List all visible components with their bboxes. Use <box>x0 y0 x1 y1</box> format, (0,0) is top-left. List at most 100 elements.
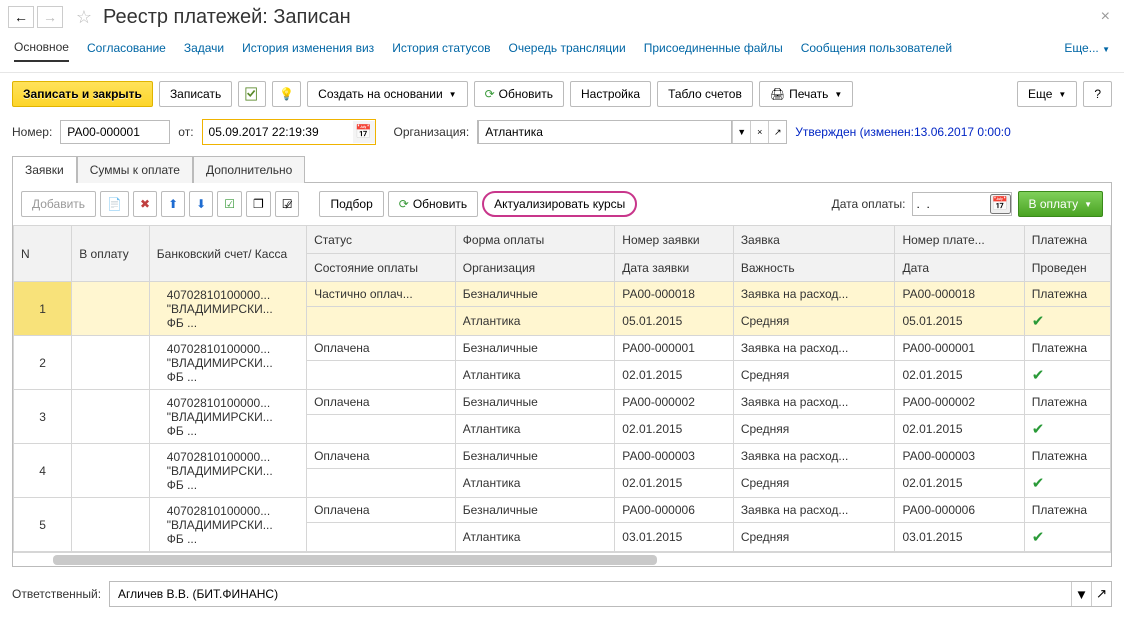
table-row[interactable]: 540702810100000..."ВЛАДИМИРСКИ...ФБ ...О… <box>14 498 1111 523</box>
table-row[interactable]: 340702810100000..."ВЛАДИМИРСКИ...ФБ ...О… <box>14 390 1111 415</box>
cell-status: Частично оплач... <box>307 282 456 307</box>
cell-acct: 40702810100000..."ВЛАДИМИРСКИ...ФБ ... <box>149 498 306 552</box>
bulb-button[interactable]: 💡 <box>272 81 301 107</box>
linkbar-main[interactable]: Основное <box>14 40 69 62</box>
table-row[interactable]: 240702810100000..."ВЛАДИМИРСКИ...ФБ ...О… <box>14 336 1111 361</box>
tab-requests[interactable]: Заявки <box>12 156 77 183</box>
favorite-star-icon[interactable]: ☆ <box>73 6 95 28</box>
org-clear[interactable]: × <box>750 121 768 143</box>
cell-paystate <box>307 415 456 444</box>
cell-paystate <box>307 361 456 390</box>
uncheck-all-button[interactable]: ❐ <box>246 191 271 217</box>
add-button[interactable]: Добавить <box>21 191 96 217</box>
approval-icon-button[interactable] <box>238 81 266 107</box>
col-topay[interactable]: В оплату <box>72 226 150 282</box>
cell-reqnum: РА00-000018 <box>615 282 734 307</box>
horizontal-scrollbar[interactable] <box>13 552 1111 566</box>
cell-reqdate: 02.01.2015 <box>615 469 734 498</box>
col-reqnum[interactable]: Номер заявки <box>615 226 734 254</box>
select-button[interactable]: Подбор <box>319 191 383 217</box>
paydate-calendar-icon[interactable]: 📅 <box>990 194 1011 214</box>
cell-topay[interactable] <box>72 498 150 552</box>
help-button[interactable]: ? <box>1083 81 1112 107</box>
col-date[interactable]: Дата <box>895 254 1024 282</box>
col-org[interactable]: Организация <box>455 254 614 282</box>
cell-date: 02.01.2015 <box>895 469 1024 498</box>
nav-fwd[interactable]: → <box>37 6 63 28</box>
linkbar-more[interactable]: Еще... ▼ <box>1064 41 1110 61</box>
table-row[interactable]: 140702810100000..."ВЛАДИМИРСКИ...ФБ ...Ч… <box>14 282 1111 307</box>
col-status[interactable]: Статус <box>307 226 456 254</box>
org-dropdown[interactable]: ▼ <box>732 121 750 143</box>
col-paystate[interactable]: Состояние оплаты <box>307 254 456 282</box>
paydate-label: Дата оплаты: <box>832 197 906 211</box>
refresh-icon: ⟳ <box>485 87 495 101</box>
calendar-icon[interactable]: 📅 <box>353 121 375 143</box>
refresh-button[interactable]: ⟳ Обновить <box>474 81 564 107</box>
save-button[interactable]: Записать <box>159 81 232 107</box>
linkbar-status-history[interactable]: История статусов <box>392 41 490 61</box>
cell-topay[interactable] <box>72 390 150 444</box>
refresh2-button[interactable]: ⟳ Обновить <box>388 191 478 217</box>
col-payment[interactable]: Платежна <box>1024 226 1110 254</box>
linkbar-queue[interactable]: Очередь трансляции <box>509 41 626 61</box>
requests-grid[interactable]: N В оплату Банковский счет/ Касса Статус… <box>13 225 1111 566</box>
date-input-wrap[interactable]: 📅 <box>202 119 376 145</box>
delete-button[interactable]: ✖ <box>133 191 157 217</box>
responsible-dropdown[interactable]: ▼ <box>1071 582 1091 606</box>
print-button[interactable]: 🖨 Печать▼ <box>759 81 853 107</box>
col-reqdate[interactable]: Дата заявки <box>615 254 734 282</box>
move-up-button[interactable]: ⬆ <box>161 191 185 217</box>
responsible-open[interactable]: ↗ <box>1091 582 1111 606</box>
cell-form: Безналичные <box>455 390 614 415</box>
cell-topay[interactable] <box>72 282 150 336</box>
tab-sums[interactable]: Суммы к оплате <box>77 156 193 183</box>
linkbar-messages[interactable]: Сообщения пользователей <box>801 41 952 61</box>
cell-form: Безналичные <box>455 444 614 469</box>
from-label: от: <box>178 125 193 139</box>
cell-topay[interactable] <box>72 336 150 390</box>
copy-button[interactable]: 📄 <box>100 191 129 217</box>
org-open[interactable]: ↗ <box>768 121 786 143</box>
cell-priority: Средняя <box>733 361 895 390</box>
col-request[interactable]: Заявка <box>733 226 895 254</box>
check-all-icon: ☑ <box>224 197 235 211</box>
cell-date: 02.01.2015 <box>895 415 1024 444</box>
nav-back[interactable]: ← <box>8 6 34 28</box>
to-pay-button[interactable]: В оплату▼ <box>1018 191 1103 217</box>
create-based-button[interactable]: Создать на основании▼ <box>307 81 467 107</box>
org-input[interactable] <box>478 120 732 144</box>
linkbar-tasks[interactable]: Задачи <box>184 41 224 61</box>
toggle-check-icon: ☑̷ <box>282 197 293 211</box>
cell-n: 1 <box>14 282 72 336</box>
paydate-input[interactable] <box>913 193 990 215</box>
responsible-input[interactable] <box>110 582 1071 606</box>
table-row[interactable]: 440702810100000..."ВЛАДИМИРСКИ...ФБ ...О… <box>14 444 1111 469</box>
more-button[interactable]: Еще▼ <box>1017 81 1077 107</box>
col-form[interactable]: Форма оплаты <box>455 226 614 254</box>
linkbar-approval[interactable]: Согласование <box>87 41 166 61</box>
tab-extra[interactable]: Дополнительно <box>193 156 305 183</box>
toggle-all-button[interactable]: ☑̷ <box>275 191 300 217</box>
accounts-board-button[interactable]: Табло счетов <box>657 81 753 107</box>
close-icon[interactable]: × <box>1095 8 1116 26</box>
move-down-button[interactable]: ⬇ <box>189 191 213 217</box>
settings-button[interactable]: Настройка <box>570 81 651 107</box>
date-input[interactable] <box>203 121 353 143</box>
number-input[interactable] <box>60 120 170 144</box>
check-all-button[interactable]: ☑ <box>217 191 242 217</box>
linkbar-files[interactable]: Присоединенные файлы <box>644 41 783 61</box>
cell-n: 2 <box>14 336 72 390</box>
col-n[interactable]: N <box>14 226 72 282</box>
update-rates-button[interactable]: Актуализировать курсы <box>482 191 637 217</box>
cell-posted: ✔ <box>1024 523 1110 552</box>
col-priority[interactable]: Важность <box>733 254 895 282</box>
cell-paystate <box>307 469 456 498</box>
col-paynum[interactable]: Номер плате... <box>895 226 1024 254</box>
printer-icon: 🖨 <box>770 87 785 101</box>
col-posted[interactable]: Проведен <box>1024 254 1110 282</box>
cell-topay[interactable] <box>72 444 150 498</box>
linkbar-approval-history[interactable]: История изменения виз <box>242 41 374 61</box>
save-close-button[interactable]: Записать и закрыть <box>12 81 153 107</box>
col-acct[interactable]: Банковский счет/ Касса <box>149 226 306 282</box>
